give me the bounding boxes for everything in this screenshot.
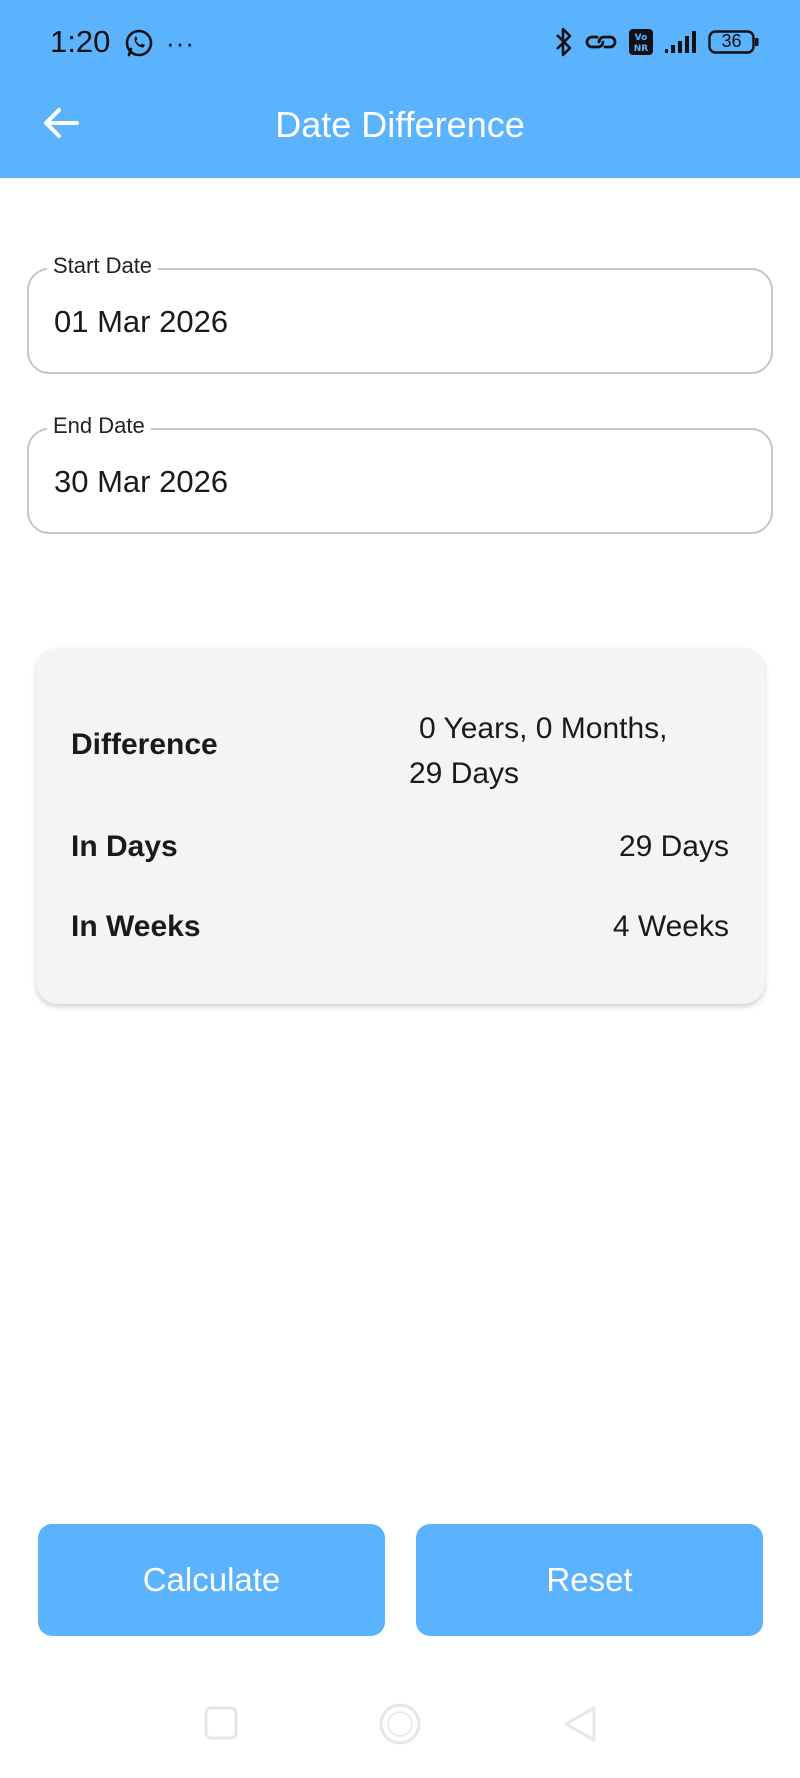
status-icons: Vo NR 36 <box>554 24 760 60</box>
whatsapp-icon <box>124 28 154 58</box>
in-weeks-label: In Weeks <box>71 910 201 943</box>
difference-value: 0 Years, 0 Months, 29 Days <box>409 706 709 796</box>
start-date-label: Start Date <box>47 253 159 279</box>
difference-value-line1: 0 Years, 0 Months, <box>419 712 668 745</box>
back-triangle-icon[interactable] <box>562 1704 598 1749</box>
app-bar: 1:20 ··· Vo NR 36 Date Difference <box>0 0 800 178</box>
more-notifications-icon: ··· <box>166 28 195 58</box>
in-weeks-value: 4 Weeks <box>612 910 729 943</box>
in-days-value: 29 Days <box>618 830 729 863</box>
end-date-value: 30 Mar 2026 <box>54 464 229 499</box>
system-nav-bar <box>0 1690 800 1778</box>
end-date-field[interactable]: End Date 30 Mar 2026 <box>27 413 773 534</box>
end-date-label: End Date <box>47 413 151 439</box>
battery-icon: 36 <box>708 29 760 55</box>
calculate-button[interactable]: Calculate <box>38 1524 385 1636</box>
result-card: Difference 0 Years, 0 Months, 29 Days In… <box>36 648 765 1004</box>
signal-icon <box>664 29 698 55</box>
difference-value-line2: 29 Days <box>409 757 520 790</box>
start-date-value: 01 Mar 2026 <box>54 304 229 339</box>
in-days-label: In Days <box>71 830 178 863</box>
svg-text:NR: NR <box>634 44 649 54</box>
reset-button[interactable]: Reset <box>416 1524 763 1636</box>
volte-icon: Vo NR <box>628 28 654 56</box>
home-icon[interactable] <box>378 1702 422 1751</box>
start-date-field[interactable]: Start Date 01 Mar 2026 <box>27 253 773 374</box>
svg-text:Vo: Vo <box>635 33 648 43</box>
bluetooth-icon <box>554 26 574 58</box>
page-title: Date Difference <box>275 104 525 145</box>
link-icon <box>584 29 618 55</box>
status-bar: 1:20 ··· Vo NR 36 <box>0 0 800 86</box>
status-time: 1:20 <box>50 24 111 59</box>
battery-level: 36 <box>721 31 742 51</box>
recent-apps-icon[interactable] <box>204 1706 238 1745</box>
difference-label: Difference <box>71 728 218 761</box>
